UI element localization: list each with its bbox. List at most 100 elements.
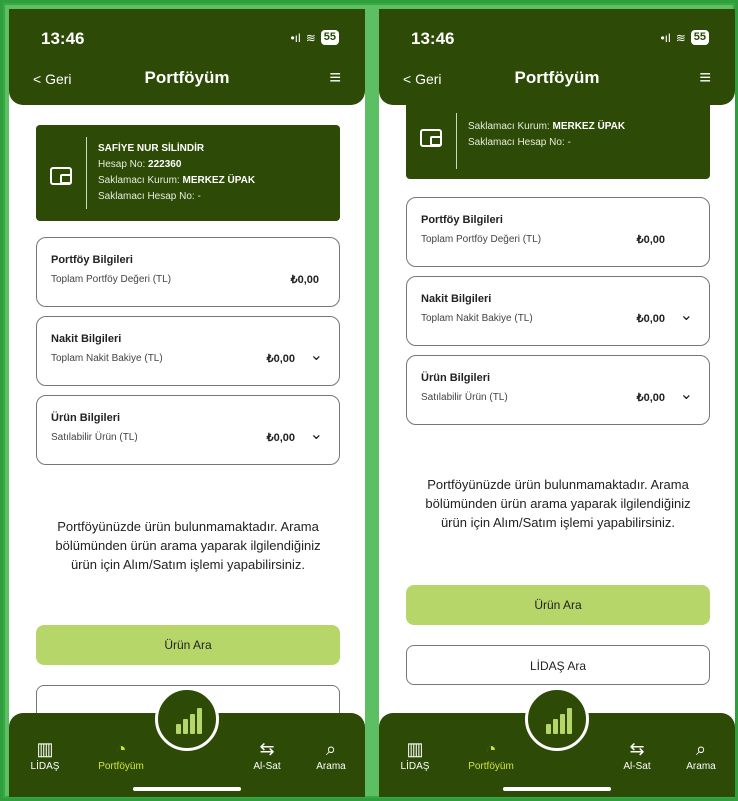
portfolio-info-card: Portföy Bilgileri Toplam Portföy Değeri …	[36, 237, 340, 307]
tab-label: LİDAŞ	[400, 761, 430, 772]
signal-icon: •ıl	[290, 30, 301, 45]
app-header: 13:46 •ıl ≋ 55 < Geri Portföyüm ≡	[9, 9, 365, 105]
status-time: 13:46	[411, 29, 455, 48]
card-label: Satılabilir Ürün (TL)	[51, 432, 138, 443]
search-product-button[interactable]: Ürün Ara	[406, 585, 710, 625]
tab-portfolio[interactable]: ◔ Portföyüm	[91, 737, 151, 772]
search-icon: ⌕	[695, 739, 707, 759]
tab-lidas[interactable]: ▥ LİDAŞ	[385, 737, 445, 772]
growth-chart-icon	[176, 706, 202, 734]
chevron-down-icon[interactable]: ⌄	[310, 345, 323, 365]
status-icons: •ıl ≋ 55	[290, 30, 339, 45]
tab-search[interactable]: ⌕ Arama	[671, 737, 731, 772]
status-icons: •ıl ≋ 55	[660, 30, 709, 45]
custodian-name: MERKEZ ÜPAK	[182, 175, 256, 186]
home-indicator	[133, 787, 241, 791]
tab-label: Al-Sat	[253, 761, 281, 772]
card-title: Nakit Bilgileri	[421, 293, 492, 305]
chevron-down-icon[interactable]: ⌄	[680, 305, 693, 325]
wallet-icon	[50, 167, 72, 185]
tab-label: Portföyüm	[468, 761, 514, 772]
signal-icon: •ıl	[660, 30, 671, 45]
account-details: Saklamacı Kurum: MERKEZ ÜPAK Saklamacı H…	[468, 119, 625, 151]
card-title: Ürün Bilgileri	[51, 412, 121, 424]
empty-portfolio-message: Portföyünüzde ürün bulunmamaktadır. Aram…	[55, 519, 321, 572]
wifi-icon: ≋	[305, 30, 316, 45]
empty-portfolio-message: Portföyünüzde ürün bulunmamaktadır. Aram…	[425, 477, 691, 530]
center-action-button[interactable]	[525, 687, 589, 751]
card-title: Portföy Bilgileri	[421, 214, 503, 226]
status-bar: 13:46 •ıl ≋ 55	[9, 27, 365, 51]
card-value: ₺0,00	[266, 353, 295, 365]
tab-search[interactable]: ⌕ Arama	[301, 737, 361, 772]
tab-label: LİDAŞ	[30, 761, 60, 772]
status-bar: 13:46 •ıl ≋ 55	[379, 27, 735, 51]
tab-label: Portföyüm	[98, 761, 144, 772]
chevron-down-icon[interactable]: ⌄	[310, 424, 323, 444]
card-title: Nakit Bilgileri	[51, 333, 122, 345]
card-title: Portföy Bilgileri	[51, 254, 133, 266]
nav-bar: < Geri Portföyüm ≡	[9, 65, 365, 95]
divider	[456, 113, 457, 169]
search-icon: ⌕	[325, 739, 337, 759]
account-card: SAFİYE NUR SİLİNDİR Hesap No: 222360 Sak…	[36, 125, 340, 221]
card-value: ₺0,00	[266, 432, 295, 444]
tab-buy-sell[interactable]: ⇆ Al-Sat	[237, 737, 297, 772]
portfolio-info-card: Portföy Bilgileri Toplam Portföy Değeri …	[406, 197, 710, 267]
exchange-icon: ⇆	[259, 739, 275, 759]
building-icon: ▥	[36, 739, 54, 759]
growth-chart-icon	[546, 706, 572, 734]
chevron-down-icon[interactable]: ⌄	[680, 384, 693, 404]
tab-lidas[interactable]: ▥ LİDAŞ	[15, 737, 75, 772]
divider	[86, 137, 87, 209]
phone-screen-right: Saklamacı Kurum: MERKEZ ÜPAK Saklamacı H…	[379, 9, 735, 797]
tab-label: Arama	[686, 761, 716, 772]
call-lidas-button[interactable]: LİDAŞ Ara	[406, 645, 710, 685]
card-value: ₺0,00	[636, 313, 665, 325]
exchange-icon: ⇆	[629, 739, 645, 759]
pie-chart-icon: ◔	[485, 739, 497, 759]
building-icon: ▥	[406, 739, 424, 759]
card-title: Ürün Bilgileri	[421, 372, 491, 384]
search-product-button[interactable]: Ürün Ara	[36, 625, 340, 665]
custodian-name: MERKEZ ÜPAK	[552, 121, 626, 132]
battery-icon: 55	[320, 30, 339, 45]
custodian-row: Saklamacı Kurum: MERKEZ ÜPAK	[468, 121, 626, 132]
screenshot-frame: 13:46 •ıl ≋ 55 < Geri Portföyüm ≡ SAFİYE…	[3, 3, 735, 798]
pie-chart-icon: ◔	[115, 739, 127, 759]
wallet-icon	[420, 129, 442, 147]
home-indicator	[503, 787, 611, 791]
hamburger-menu-icon[interactable]: ≡	[699, 67, 711, 90]
card-value: ₺0,00	[290, 274, 319, 286]
custody-account-row: Saklamacı Hesap No: -	[468, 137, 571, 148]
back-button[interactable]: < Geri	[403, 71, 442, 87]
card-label: Toplam Nakit Bakiye (TL)	[51, 353, 163, 364]
product-info-card[interactable]: Ürün Bilgileri Satılabilir Ürün (TL) ₺0,…	[406, 355, 710, 425]
cash-info-card[interactable]: Nakit Bilgileri Toplam Nakit Bakiye (TL)…	[406, 276, 710, 346]
card-label: Toplam Portföy Değeri (TL)	[421, 234, 542, 245]
card-label: Satılabilir Ürün (TL)	[421, 392, 508, 403]
product-info-card[interactable]: Ürün Bilgileri Satılabilir Ürün (TL) ₺0,…	[36, 395, 340, 465]
custodian-row: Saklamacı Kurum: MERKEZ ÜPAK	[98, 175, 256, 186]
card-label: Toplam Nakit Bakiye (TL)	[421, 313, 533, 324]
tab-portfolio[interactable]: ◔ Portföyüm	[461, 737, 521, 772]
account-number-row: Hesap No: 222360	[98, 159, 182, 170]
custody-account-row: Saklamacı Hesap No: -	[98, 191, 201, 202]
bottom-tab-bar: ▥ LİDAŞ ◔ Portföyüm ⇆ Al-Sat ⌕ Arama	[9, 687, 365, 797]
card-label: Toplam Portföy Değeri (TL)	[51, 274, 172, 285]
nav-bar: < Geri Portföyüm ≡	[379, 65, 735, 95]
battery-icon: 55	[690, 30, 709, 45]
app-header: 13:46 •ıl ≋ 55 < Geri Portföyüm ≡	[379, 9, 735, 105]
card-value: ₺0,00	[636, 234, 665, 246]
back-button[interactable]: < Geri	[33, 71, 72, 87]
card-value: ₺0,00	[636, 392, 665, 404]
tab-buy-sell[interactable]: ⇆ Al-Sat	[607, 737, 667, 772]
cash-info-card[interactable]: Nakit Bilgileri Toplam Nakit Bakiye (TL)…	[36, 316, 340, 386]
center-action-button[interactable]	[155, 687, 219, 751]
account-number: 222360	[148, 159, 182, 170]
phone-screen-left: 13:46 •ıl ≋ 55 < Geri Portföyüm ≡ SAFİYE…	[9, 9, 365, 797]
tab-label: Al-Sat	[623, 761, 651, 772]
hamburger-menu-icon[interactable]: ≡	[329, 67, 341, 90]
account-details: SAFİYE NUR SİLİNDİR Hesap No: 222360 Sak…	[98, 141, 255, 205]
status-time: 13:46	[41, 29, 85, 48]
